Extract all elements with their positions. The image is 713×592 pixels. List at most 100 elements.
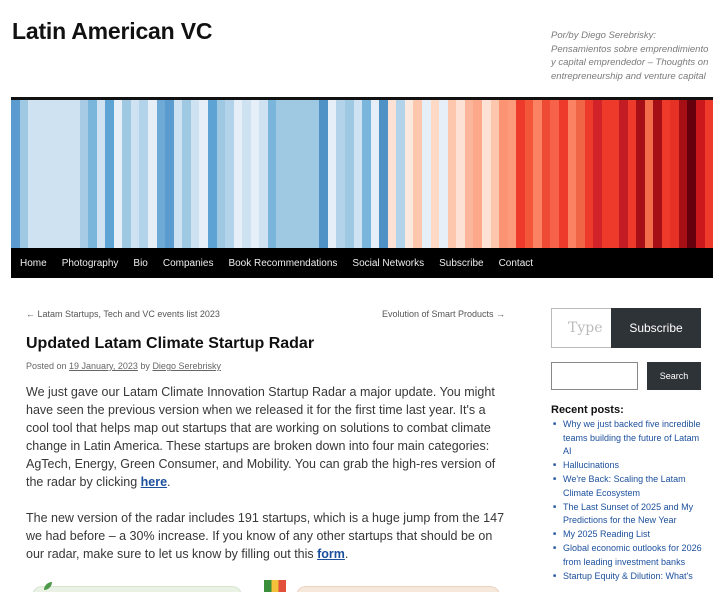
banner-stripe [45, 100, 54, 248]
banner-stripe [567, 100, 577, 248]
banner-stripe [627, 100, 637, 248]
banner-stripe [661, 100, 671, 248]
nav-item-contact[interactable]: Contact [499, 258, 533, 269]
banner-stripe [293, 100, 303, 248]
banner-stripe [122, 100, 131, 248]
banner-stripe [584, 100, 594, 248]
radar-image-preview[interactable] [26, 578, 510, 592]
banner-stripe [62, 100, 71, 248]
radar-image-right-part [296, 586, 500, 592]
banner-stripe [439, 100, 448, 248]
nav-item-subscribe[interactable]: Subscribe [439, 258, 483, 269]
banner-stripe [636, 100, 645, 248]
nav-item-companies[interactable]: Companies [163, 258, 214, 269]
banner-stripe [516, 100, 525, 248]
banner-stripe [481, 100, 491, 248]
banner-stripe [53, 100, 63, 248]
subscribe-email-input[interactable]: Type [551, 308, 611, 348]
banner-stripe [344, 100, 354, 248]
banner-stripe [105, 100, 114, 248]
post-title: Updated Latam Climate Startup Radar [26, 335, 315, 352]
header-banner-warming-stripes [11, 100, 713, 248]
banner-stripe [336, 100, 345, 248]
here-link[interactable]: here [141, 475, 167, 489]
banner-stripe [464, 100, 474, 248]
site-description: Por/by Diego Serebrisky: Pensamientos so… [551, 30, 709, 82]
nav-item-photography[interactable]: Photography [62, 258, 119, 269]
banner-stripe [207, 100, 217, 248]
paragraph-text: We just gave our Latam Climate Innovatio… [26, 385, 496, 489]
banner-stripe [704, 100, 713, 248]
nav-item-book-recommendations[interactable]: Book Recommendations [228, 258, 337, 269]
subscribe-button[interactable]: Subscribe [611, 308, 701, 348]
search-input[interactable] [551, 362, 638, 390]
recent-post-link[interactable]: Startup Equity & Dilution: What's [551, 570, 706, 584]
recent-posts-list: Why we just backed five incredible teams… [551, 418, 706, 584]
banner-stripe [19, 100, 29, 248]
banner-stripe [182, 100, 191, 248]
banner-stripe [276, 100, 285, 248]
banner-stripe [139, 100, 148, 248]
banner-stripe [156, 100, 166, 248]
banner-stripe [225, 100, 234, 248]
banner-stripe [148, 100, 157, 248]
banner-stripe [28, 100, 37, 248]
next-post-link[interactable]: Evolution of Smart Products → [382, 309, 505, 319]
recent-post-link[interactable]: My 2025 Reading List [551, 528, 706, 542]
banner-stripe [267, 100, 277, 248]
by-label: by [137, 361, 153, 371]
paragraph-end: . [344, 547, 349, 561]
post-meta: Posted on 19 January, 2023 by Diego Sere… [26, 361, 221, 371]
banner-stripe [601, 100, 611, 248]
nav-item-home[interactable]: Home [20, 258, 47, 269]
banner-stripe [233, 100, 243, 248]
banner-stripe [576, 100, 585, 248]
post-paragraph: We just gave our Latam Climate Innovatio… [26, 383, 510, 491]
banner-stripe [499, 100, 508, 248]
recent-post-link[interactable]: The Last Sunset of 2025 and My Predictio… [551, 501, 706, 528]
banner-stripe [70, 100, 80, 248]
banner-stripe [199, 100, 208, 248]
recent-post-link[interactable]: Global economic outlooks for 2026 from l… [551, 542, 706, 569]
banner-stripe [173, 100, 183, 248]
banner-stripe [11, 100, 20, 248]
recent-post-link[interactable]: Why we just backed five incredible teams… [551, 418, 706, 459]
banner-stripe [370, 100, 380, 248]
posted-on-label: Posted on [26, 361, 70, 371]
banner-stripe [447, 100, 457, 248]
author-link[interactable]: Diego Serebrisky [152, 361, 221, 371]
banner-stripe [559, 100, 568, 248]
banner-stripe [242, 100, 251, 248]
recent-post-link[interactable]: We're Back: Scaling the Latam Climate Ec… [551, 473, 706, 500]
search-button[interactable]: Search [647, 362, 701, 390]
banner-stripe [507, 100, 517, 248]
banner-stripe [541, 100, 551, 248]
banner-stripe [618, 100, 628, 248]
banner-stripe [396, 100, 405, 248]
radar-image-left-part [32, 586, 242, 592]
nav-item-social-networks[interactable]: Social Networks [352, 258, 424, 269]
banner-stripe [678, 100, 688, 248]
nav-item-bio[interactable]: Bio [133, 258, 147, 269]
banner-stripe [353, 100, 363, 248]
recent-post-link[interactable]: Hallucinations [551, 459, 706, 473]
banner-stripe [362, 100, 371, 248]
form-link[interactable]: form [317, 547, 345, 561]
banner-stripe [310, 100, 320, 248]
banner-stripe [687, 100, 696, 248]
banner-stripe [302, 100, 311, 248]
banner-stripe [259, 100, 268, 248]
banner-stripe [379, 100, 388, 248]
banner-stripe [216, 100, 226, 248]
banner-stripe [327, 100, 337, 248]
banner-stripe [524, 100, 534, 248]
post-date-link[interactable]: 19 January, 2023 [69, 361, 138, 371]
site-title[interactable]: Latin American VC [12, 18, 212, 45]
banner-stripe [96, 100, 106, 248]
banner-stripe [88, 100, 97, 248]
banner-stripe [319, 100, 328, 248]
previous-post-link[interactable]: ← Latam Startups, Tech and VC events lis… [26, 309, 220, 319]
banner-stripe [696, 100, 705, 248]
banner-stripe [430, 100, 440, 248]
radar-image-center-part [264, 580, 286, 592]
